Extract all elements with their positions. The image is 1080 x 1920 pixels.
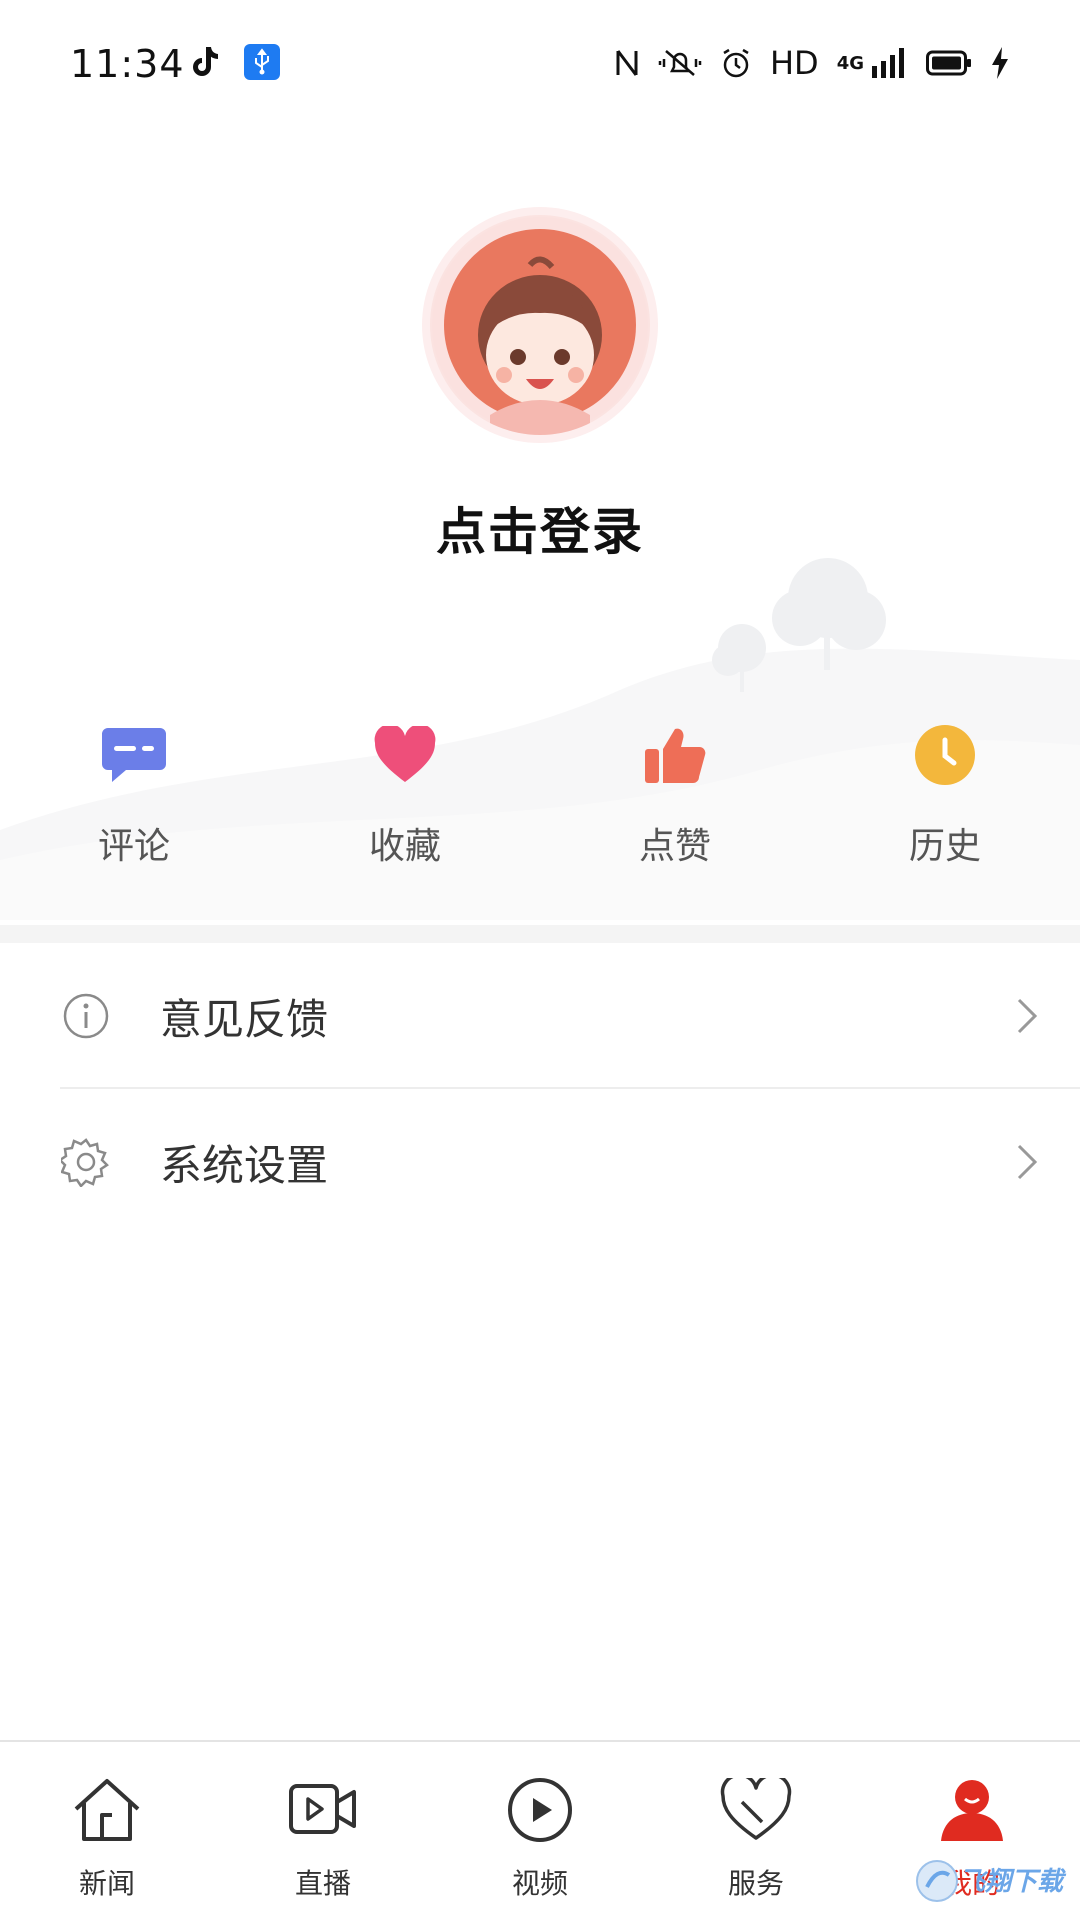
quick-action-label: 收藏	[368, 826, 441, 867]
video-camera-icon	[223, 1772, 423, 1848]
avatar-illustration	[432, 217, 648, 435]
tab-label: 服务	[727, 1867, 784, 1900]
home-icon	[7, 1772, 207, 1848]
quick-action-comment[interactable]: 评论	[24, 715, 244, 869]
thumbs-up-icon	[635, 715, 715, 795]
menu-item-label: 意见反馈	[160, 994, 329, 1044]
tab-service[interactable]: 服务	[656, 1772, 856, 1902]
tab-label: 视频	[511, 1867, 568, 1900]
chevron-right-icon	[1016, 1143, 1038, 1185]
tiktok-icon	[190, 45, 220, 79]
tab-video[interactable]: 视频	[440, 1772, 640, 1902]
quick-actions: 评论 收藏 点赞 历史	[0, 715, 1080, 915]
quick-action-label: 历史	[908, 826, 981, 867]
gear-icon	[46, 1137, 126, 1187]
play-circle-icon	[440, 1772, 640, 1848]
network-type: 4G	[836, 52, 864, 74]
battery-icon	[926, 49, 972, 77]
section-divider	[0, 925, 1080, 943]
quick-action-history[interactable]: 历史	[835, 715, 1055, 869]
nfc-icon	[614, 47, 640, 79]
info-icon	[46, 992, 126, 1040]
quick-action-favorite[interactable]: 收藏	[295, 715, 515, 869]
status-bar: 11:34 HD 4G	[0, 0, 1080, 130]
menu-item-label: 系统设置	[160, 1140, 329, 1190]
quick-action-like[interactable]: 点赞	[565, 715, 785, 869]
heart-outline-icon	[656, 1772, 856, 1848]
alarm-icon	[720, 47, 752, 79]
tab-label: 直播	[294, 1867, 351, 1900]
avatar[interactable]	[430, 215, 650, 435]
menu-item-settings[interactable]: 系统设置	[0, 1089, 1080, 1235]
comment-icon	[94, 715, 174, 795]
watermark-text: 飞翔下载	[959, 1867, 1064, 1897]
tab-label: 新闻	[78, 1867, 135, 1900]
status-time: 11:34	[70, 42, 185, 86]
user-icon	[872, 1772, 1072, 1848]
login-button[interactable]: 点击登录	[0, 492, 1080, 564]
quick-action-label: 评论	[97, 826, 170, 867]
vibrate-mute-icon	[658, 47, 702, 79]
signal-icon	[872, 48, 908, 78]
tab-live[interactable]: 直播	[223, 1772, 423, 1902]
network-hd: HD	[769, 44, 819, 82]
charging-icon	[990, 47, 1010, 79]
clock-icon	[905, 715, 985, 795]
usb-icon	[244, 44, 280, 80]
watermark-logo	[916, 1860, 958, 1902]
chevron-right-icon	[1016, 997, 1038, 1039]
menu-item-feedback[interactable]: 意见反馈	[0, 943, 1080, 1089]
quick-action-label: 点赞	[638, 826, 711, 867]
tab-news[interactable]: 新闻	[7, 1772, 207, 1902]
heart-icon	[365, 715, 445, 795]
status-right-icons: HD 4G	[614, 44, 1010, 82]
watermark: 飞翔下载	[915, 1855, 1075, 1915]
status-app-icons	[190, 44, 280, 80]
